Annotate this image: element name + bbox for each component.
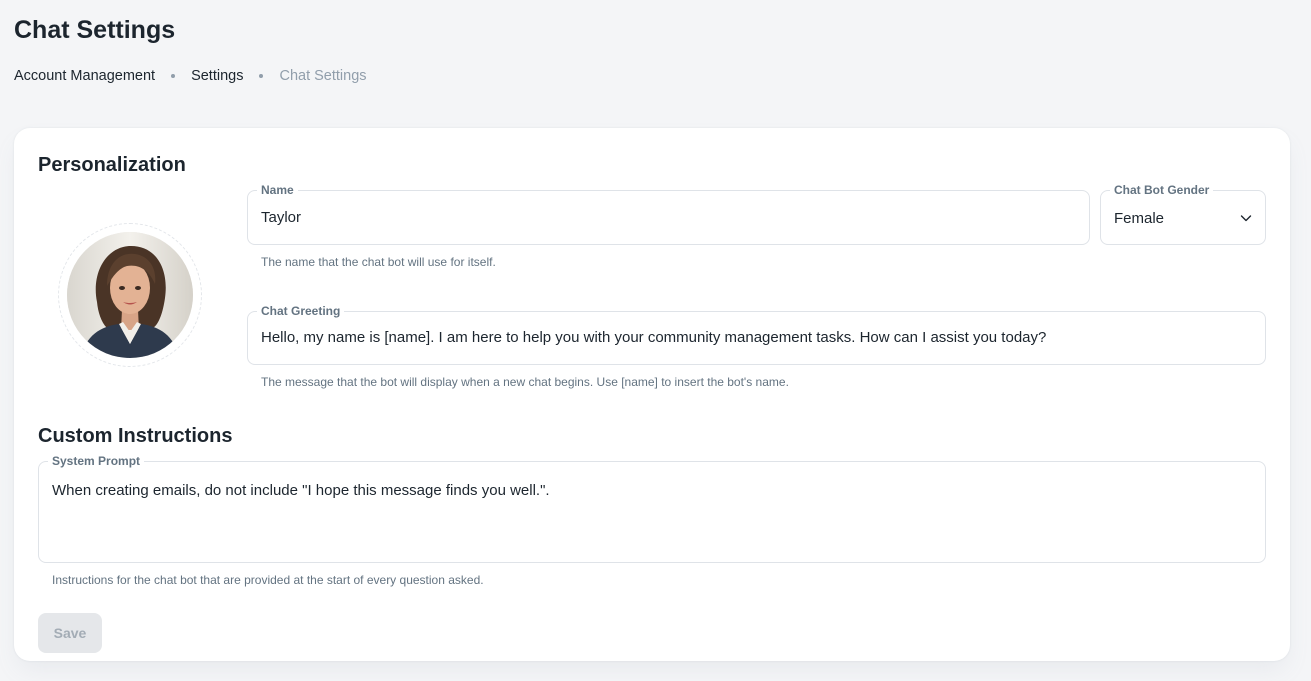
settings-card: Personalization Name Taylor The name tha…	[14, 128, 1290, 661]
system-prompt-label: System Prompt	[48, 453, 145, 469]
greeting-helper-text: The message that the bot will display wh…	[261, 375, 789, 389]
gender-selected-value: Female	[1114, 210, 1165, 227]
name-helper-text: The name that the chat bot will use for …	[261, 255, 496, 269]
breadcrumb-settings[interactable]: Settings	[191, 68, 243, 84]
avatar-upload[interactable]	[58, 223, 202, 367]
name-input[interactable]: Taylor	[261, 209, 301, 226]
breadcrumb-account-management[interactable]: Account Management	[14, 68, 155, 84]
avatar-portrait-icon	[67, 232, 193, 358]
gender-select[interactable]: Chat Bot Gender Female	[1100, 182, 1266, 245]
greeting-field[interactable]: Chat Greeting Hello, my name is [name]. …	[247, 303, 1266, 365]
system-prompt-helper-text: Instructions for the chat bot that are p…	[52, 573, 484, 587]
system-prompt-field[interactable]: System Prompt When creating emails, do n…	[38, 453, 1266, 563]
greeting-input[interactable]: Hello, my name is [name]. I am here to h…	[261, 329, 1046, 346]
save-button[interactable]: Save	[38, 613, 102, 653]
breadcrumb-separator	[259, 74, 264, 78]
greeting-label: Chat Greeting	[257, 303, 345, 319]
custom-instructions-title: Custom Instructions	[38, 425, 233, 447]
avatar	[67, 232, 193, 358]
system-prompt-textarea[interactable]: When creating emails, do not include "I …	[52, 482, 550, 499]
breadcrumb: Account Management Settings Chat Setting…	[14, 68, 367, 84]
breadcrumb-separator	[171, 74, 176, 78]
page-title: Chat Settings	[14, 16, 176, 44]
chevron-down-icon	[1240, 215, 1252, 222]
name-field[interactable]: Name Taylor	[247, 182, 1090, 245]
name-label: Name	[257, 182, 298, 198]
breadcrumb-chat-settings: Chat Settings	[279, 68, 367, 84]
gender-label: Chat Bot Gender	[1110, 182, 1214, 198]
personalization-title: Personalization	[38, 154, 186, 176]
